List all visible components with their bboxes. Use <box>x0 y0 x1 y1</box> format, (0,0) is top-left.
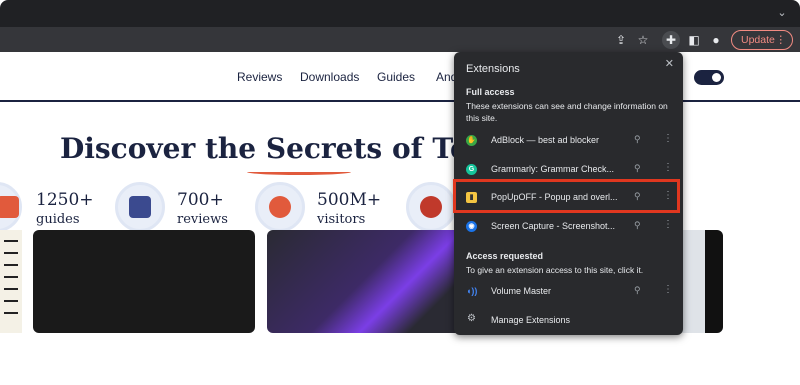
manage-extensions-label: Manage Extensions <box>491 315 571 325</box>
highlight-box <box>453 179 680 213</box>
reviews-icon <box>115 182 165 232</box>
manage-extensions-button[interactable]: ⚙ Manage Extensions <box>454 310 683 330</box>
grammarly-icon: G <box>466 164 477 175</box>
card-edge <box>705 230 723 333</box>
pin-icon[interactable]: ⚲ <box>634 163 641 174</box>
hero-title-part1: Discover the <box>60 132 266 165</box>
pin-icon[interactable]: ⚲ <box>634 285 641 296</box>
more-icon[interactable]: ⋮ <box>663 133 673 144</box>
update-label: Update <box>741 34 775 46</box>
hero-title: Discover the Secrets of Tech <box>60 132 505 165</box>
pin-icon[interactable]: ⚲ <box>634 134 641 145</box>
stat-number: 500M+ <box>317 190 382 210</box>
extensions-icon[interactable]: ✚ <box>662 31 680 49</box>
extension-row-adblock[interactable]: ✋ AdBlock — best ad blocker ⚲ ⋮ <box>454 130 683 152</box>
star-icon[interactable]: ☆ <box>634 31 652 49</box>
theme-toggle[interactable] <box>694 70 724 85</box>
share-icon[interactable]: ⇪ <box>612 31 630 49</box>
more-icon[interactable]: ⋮ <box>663 284 673 295</box>
browser-toolbar: ⇪ ☆ ✚ ◧ ● <box>0 27 800 52</box>
full-access-heading: Full access <box>466 87 515 97</box>
stat-number: 1250+ <box>36 190 94 210</box>
more-icon[interactable]: ⋮ <box>663 219 673 230</box>
nav-downloads[interactable]: Downloads <box>300 70 359 84</box>
visitors-icon <box>255 182 305 232</box>
stat-number: 700+ <box>177 190 224 210</box>
stat-label: visitors <box>317 212 366 227</box>
extension-name: Grammarly: Grammar Check... <box>491 164 615 174</box>
extension-row-screen-capture[interactable]: ◉ Screen Capture - Screenshot... ⚲ ⋮ <box>454 216 683 238</box>
tab-strip: ⌄ <box>0 0 800 27</box>
browser-window: ⌄ ⇪ ☆ ✚ ◧ ● Update ⋮ Reviews Downloads G… <box>0 0 800 385</box>
extension-row-grammarly[interactable]: G Grammarly: Grammar Check... ⚲ ⋮ <box>454 159 683 181</box>
hero-title-highlight: Secrets <box>265 132 383 165</box>
sidepanel-icon[interactable]: ◧ <box>685 31 703 49</box>
screen-capture-icon: ◉ <box>466 221 477 232</box>
more-icon[interactable]: ⋮ <box>663 162 673 173</box>
stat-label: guides <box>36 212 80 227</box>
nav-guides[interactable]: Guides <box>377 70 415 84</box>
volume-master-icon: ◖)) <box>466 286 478 296</box>
adblock-icon: ✋ <box>466 135 477 146</box>
access-requested-description: To give an extension access to this site… <box>466 265 644 275</box>
close-icon[interactable]: ✕ <box>665 57 674 70</box>
pin-icon[interactable]: ⚲ <box>634 220 641 231</box>
popup-title: Extensions <box>466 63 520 75</box>
full-access-description: These extensions can see and change info… <box>466 101 668 123</box>
extension-name: Screen Capture - Screenshot... <box>491 221 616 231</box>
more-icon: ⋮ <box>775 34 787 46</box>
article-card[interactable] <box>33 230 255 333</box>
article-card-stub[interactable] <box>0 230 22 333</box>
guides-icon <box>0 182 22 232</box>
profile-icon[interactable]: ● <box>707 31 725 49</box>
hero-underline <box>247 169 351 175</box>
access-requested-heading: Access requested <box>466 251 544 261</box>
extension-name: Volume Master <box>491 286 552 296</box>
nav-reviews[interactable]: Reviews <box>237 70 282 84</box>
extension-row-volume-master[interactable]: ◖)) Volume Master ⚲ ⋮ <box>454 281 683 303</box>
extension-name: AdBlock — best ad blocker <box>491 135 600 145</box>
update-button[interactable]: Update ⋮ <box>731 30 793 50</box>
stat-label: reviews <box>177 212 228 227</box>
tab-search-icon[interactable]: ⌄ <box>774 5 790 21</box>
award-icon <box>406 182 456 232</box>
gear-icon: ⚙ <box>467 313 476 324</box>
